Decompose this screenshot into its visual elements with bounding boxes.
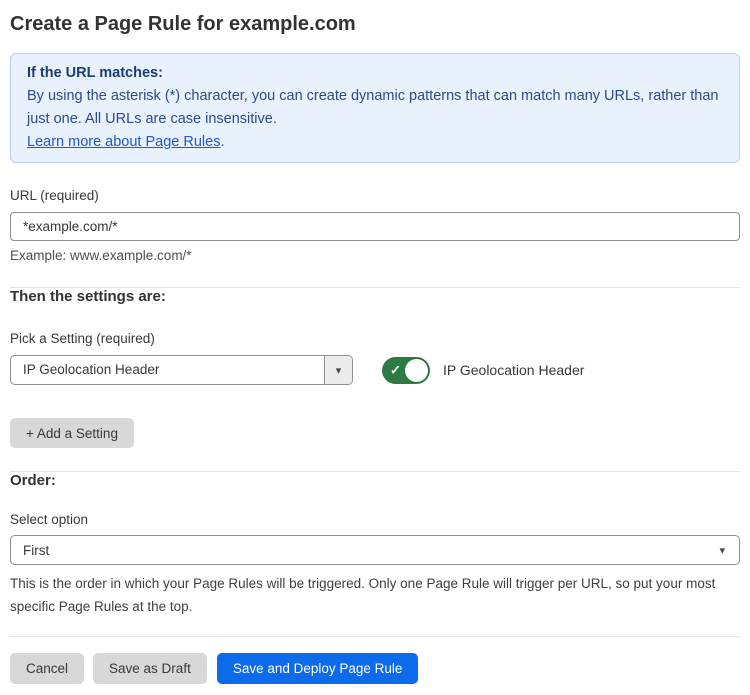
order-select-value: First	[23, 543, 49, 558]
setting-row: IP Geolocation Header ▾ ✓ IP Geolocation…	[10, 355, 740, 385]
url-example-hint: Example: www.example.com/*	[10, 248, 740, 263]
footer-actions: Cancel Save as Draft Save and Deploy Pag…	[10, 653, 740, 684]
url-input[interactable]	[10, 212, 740, 241]
save-and-deploy-button[interactable]: Save and Deploy Page Rule	[217, 653, 419, 684]
create-page-rule-form: Create a Page Rule for example.com If th…	[0, 0, 750, 695]
setting-select[interactable]: IP Geolocation Header ▾	[10, 355, 353, 385]
order-select[interactable]: First ▾	[10, 535, 740, 565]
settings-section-heading: Then the settings are:	[10, 288, 740, 306]
info-box-body: By using the asterisk (*) character, you…	[27, 85, 723, 131]
url-match-info-box: If the URL matches: By using the asteris…	[10, 53, 740, 163]
link-period: .	[220, 134, 224, 150]
info-box-heading: If the URL matches:	[27, 62, 723, 85]
setting-select-arrow-button[interactable]: ▾	[324, 356, 352, 384]
toggle-label: IP Geolocation Header	[443, 362, 584, 378]
setting-select-value: IP Geolocation Header	[11, 356, 324, 384]
learn-more-link[interactable]: Learn more about Page Rules	[27, 134, 220, 150]
info-box-link-line: Learn more about Page Rules.	[27, 131, 723, 154]
section-divider	[10, 636, 740, 637]
order-help-text: This is the order in which your Page Rul…	[10, 572, 740, 618]
page-title: Create a Page Rule for example.com	[10, 12, 740, 36]
cancel-button[interactable]: Cancel	[10, 653, 84, 684]
check-icon: ✓	[390, 364, 401, 377]
toggle-knob	[405, 359, 428, 382]
pick-setting-label: Pick a Setting (required)	[10, 331, 740, 347]
order-section-heading: Order:	[10, 472, 740, 490]
ip-geolocation-toggle[interactable]: ✓	[382, 357, 430, 384]
url-label: URL (required)	[10, 188, 740, 204]
chevron-down-icon: ▾	[336, 364, 342, 377]
save-as-draft-button[interactable]: Save as Draft	[93, 653, 207, 684]
order-select-label: Select option	[10, 512, 740, 528]
chevron-down-icon: ▾	[719, 544, 725, 557]
add-setting-button[interactable]: + Add a Setting	[10, 418, 134, 448]
